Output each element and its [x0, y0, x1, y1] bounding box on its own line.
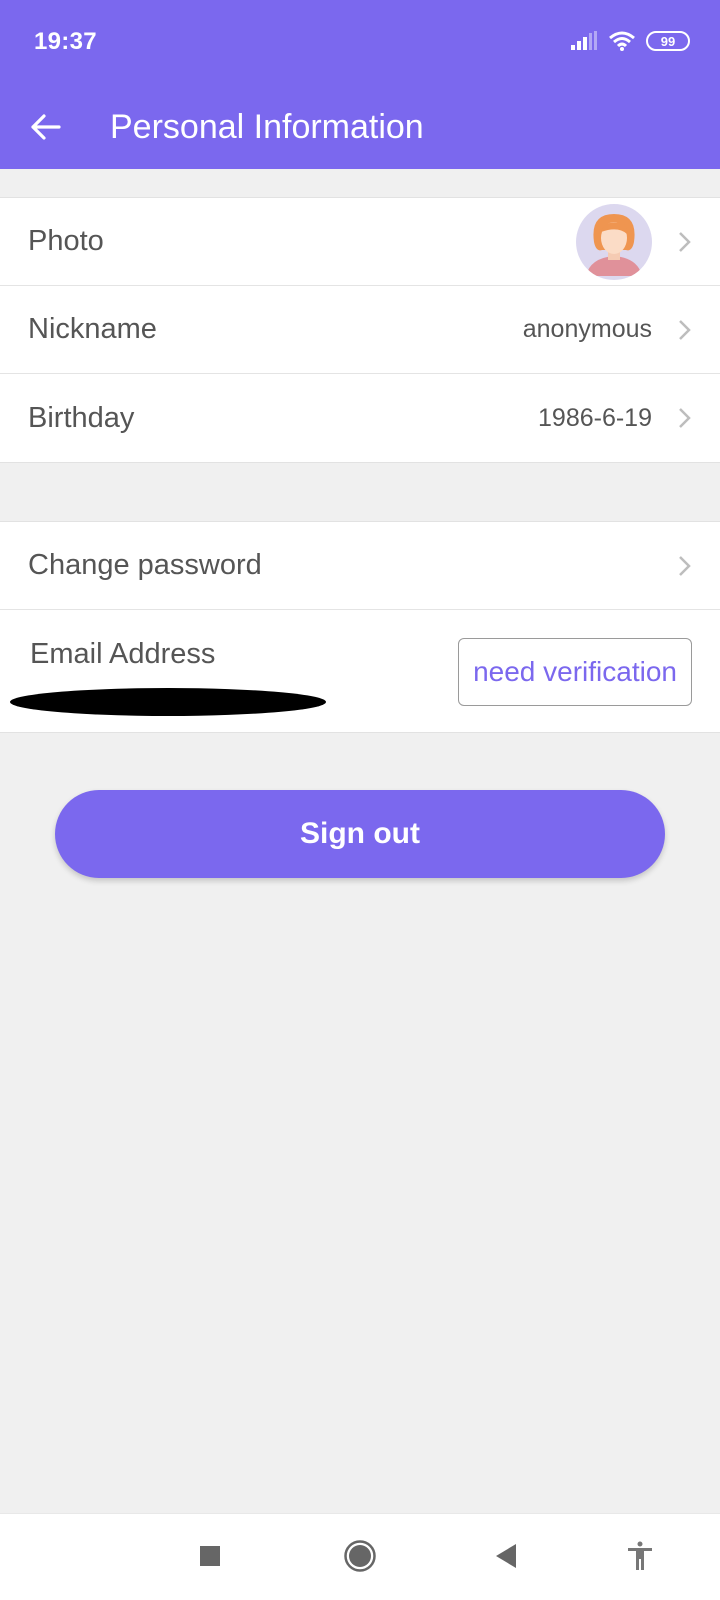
birthday-row[interactable]: Birthday 1986-6-19 — [0, 374, 720, 462]
home-icon — [344, 1540, 376, 1572]
wifi-icon — [609, 31, 635, 51]
battery-icon: 99 — [646, 31, 690, 51]
nickname-row[interactable]: Nickname anonymous — [0, 286, 720, 374]
back-nav-button[interactable] — [484, 1534, 528, 1578]
email-label: Email Address — [30, 638, 216, 670]
accessibility-icon — [628, 1541, 652, 1570]
status-time: 19:37 — [34, 28, 97, 55]
back-icon — [496, 1544, 516, 1568]
change-password-row[interactable]: Change password — [0, 522, 720, 610]
nickname-label: Nickname — [28, 313, 157, 345]
status-bar: 19:37 99 — [0, 0, 720, 85]
recents-icon — [200, 1546, 220, 1566]
system-nav-bar — [0, 1513, 720, 1600]
profile-section: Photo Nickname anonymous Birthday 1986-6… — [0, 197, 720, 463]
home-button[interactable] — [338, 1534, 382, 1578]
chevron-right-icon — [679, 231, 691, 252]
photo-row[interactable]: Photo — [0, 198, 720, 286]
sign-out-button[interactable]: Sign out — [55, 790, 665, 878]
arrow-left-icon — [31, 114, 61, 140]
page-title: Personal Information — [110, 107, 424, 146]
birthday-value: 1986-6-19 — [538, 403, 652, 432]
birthday-label: Birthday — [28, 401, 135, 434]
status-icons: 99 — [570, 30, 690, 52]
chevron-right-icon — [679, 408, 691, 428]
redacted-email — [10, 688, 326, 716]
back-button[interactable] — [0, 85, 90, 169]
battery-level: 99 — [660, 33, 676, 49]
toolbar: Personal Information — [0, 85, 720, 169]
need-verification-button[interactable]: need verification — [458, 638, 692, 706]
accessibility-button[interactable] — [618, 1534, 662, 1578]
photo-label: Photo — [28, 225, 104, 257]
app-header: 19:37 99 Personal Information — [0, 0, 720, 169]
avatar — [576, 203, 652, 280]
nickname-value: anonymous — [522, 315, 652, 343]
recents-button[interactable] — [188, 1534, 232, 1578]
chevron-right-icon — [679, 319, 691, 340]
signal-icon — [571, 31, 597, 50]
email-row: Email Address need verification — [0, 610, 720, 732]
change-password-label: Change password — [28, 549, 262, 581]
account-section: Change password Email Address need verif… — [0, 521, 720, 733]
chevron-right-icon — [679, 555, 691, 576]
